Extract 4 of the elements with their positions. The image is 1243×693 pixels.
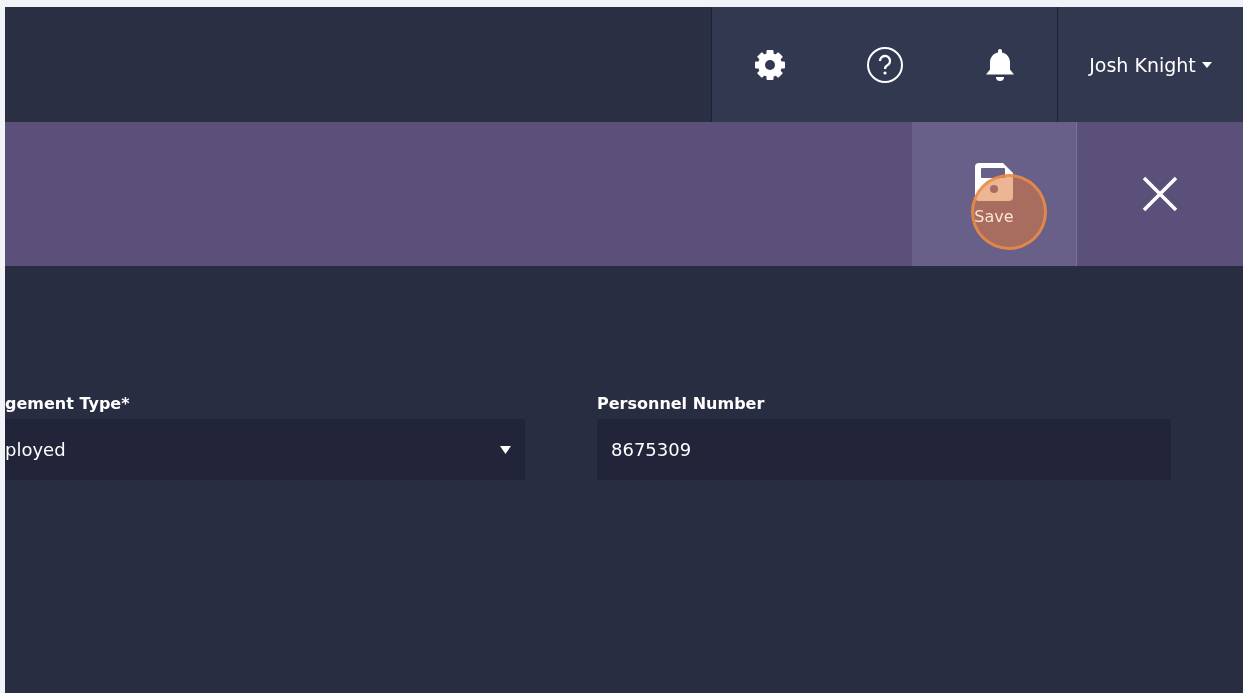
field-label: Personnel Number bbox=[597, 394, 766, 413]
input-field[interactable]: 8675309 bbox=[597, 419, 1171, 480]
field-label: gement Type* bbox=[5, 394, 131, 413]
dropdown-field[interactable]: ployed bbox=[5, 419, 525, 480]
